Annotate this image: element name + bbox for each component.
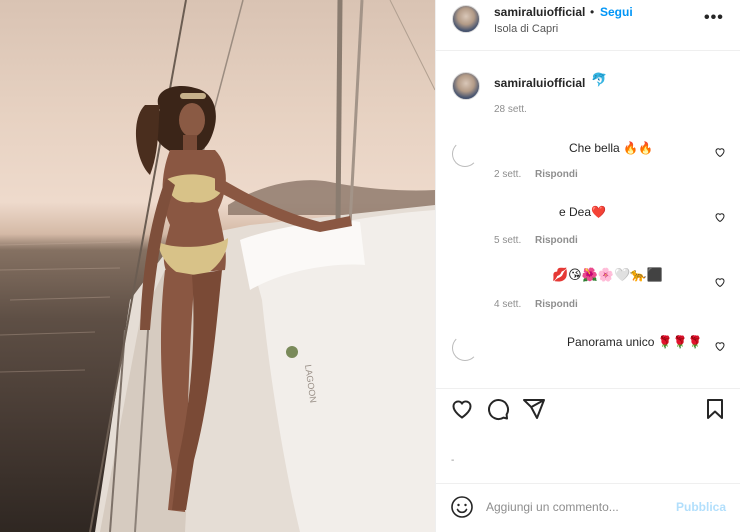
heart-icon[interactable] <box>714 146 726 158</box>
comment-timestamp[interactable]: 2 sett. <box>494 169 521 180</box>
like-heart-icon[interactable] <box>450 397 474 421</box>
caption-username[interactable]: samiraluiofficial <box>494 76 585 90</box>
more-options-icon[interactable]: ••• <box>704 9 724 27</box>
heart-icon[interactable] <box>714 276 726 288</box>
heart-icon[interactable] <box>714 340 726 352</box>
share-icon[interactable] <box>522 397 546 421</box>
comment-item: Che bella 🔥🔥 2 sett. Rispondi <box>436 141 740 201</box>
separator-dot: • <box>590 5 595 19</box>
username-link[interactable]: samiraluiofficial <box>494 5 585 19</box>
bookmark-icon[interactable] <box>703 397 727 421</box>
post-side-panel: samiraluiofficial • Segui Isola di Capri… <box>435 0 740 532</box>
comment-timestamp[interactable]: 4 sett. <box>494 299 521 310</box>
comment-text: Che bella 🔥🔥 <box>569 141 653 155</box>
caption-emoji: 🐬 <box>591 72 608 87</box>
heart-icon[interactable] <box>714 211 726 223</box>
reply-button[interactable]: Rispondi <box>535 299 578 310</box>
comment-item: 💋😘🌺🌸🤍🐆⬛ 4 sett. Rispondi <box>436 267 740 327</box>
follow-button[interactable]: Segui <box>600 5 633 19</box>
action-bar <box>436 388 740 428</box>
location-link[interactable]: Isola di Capri <box>494 23 558 35</box>
comment-text: Panorama unico 🌹🌹🌹 <box>567 335 703 349</box>
reply-button[interactable]: Rispondi <box>535 169 578 180</box>
emoji-icon[interactable] <box>450 495 474 519</box>
comment-timestamp[interactable]: 5 sett. <box>494 235 521 246</box>
publish-button[interactable]: Pubblica <box>676 500 726 514</box>
comment-text: e Dea❤️ <box>559 205 606 219</box>
avatar[interactable] <box>452 5 480 33</box>
post-photo[interactable]: LAGOON <box>0 0 435 532</box>
comment-avatar[interactable] <box>452 335 478 361</box>
caption-timestamp[interactable]: 28 sett. <box>494 104 527 115</box>
comment-avatar[interactable] <box>452 141 478 167</box>
reply-button[interactable]: Rispondi <box>535 235 578 246</box>
comment-input[interactable] <box>486 498 666 516</box>
caption-avatar[interactable] <box>452 72 480 100</box>
likes-placeholder: - <box>451 455 455 466</box>
comment-text: 💋😘🌺🌸🤍🐆⬛ <box>552 267 663 282</box>
post-header: samiraluiofficial • Segui Isola di Capri… <box>436 0 740 51</box>
comment-item: Panorama unico 🌹🌹🌹 <box>436 335 740 395</box>
comment-composer: Pubblica <box>436 483 740 532</box>
comment-icon[interactable] <box>486 397 510 421</box>
sunset-boat-scene: LAGOON <box>0 0 435 532</box>
comment-item: e Dea❤️ 5 sett. Rispondi <box>436 205 740 266</box>
